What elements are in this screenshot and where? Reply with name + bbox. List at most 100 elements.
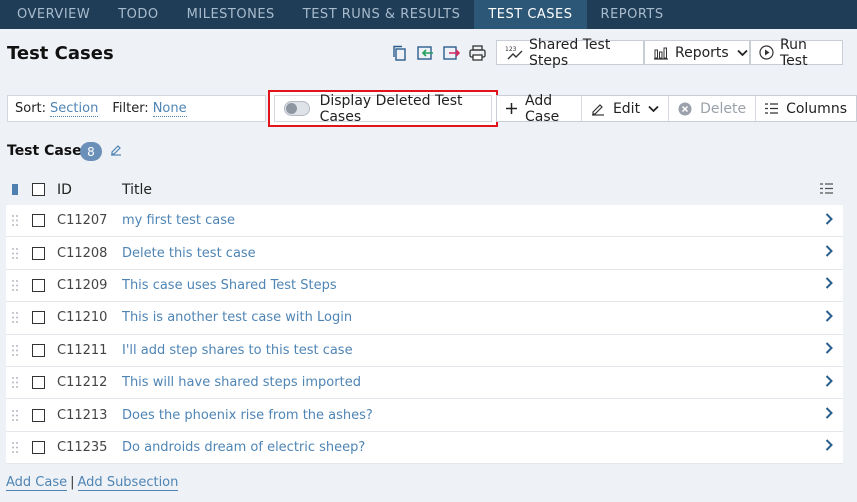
select-all-checkbox[interactable] [32, 183, 45, 196]
svg-text:123: 123 [505, 46, 517, 53]
case-title-link[interactable]: Does the phoenix rise from the ashes? [122, 408, 373, 423]
drag-handle-icon[interactable] [10, 312, 20, 324]
reports-label: Reports [675, 44, 729, 61]
add-case-button[interactable]: Add Case [497, 93, 582, 125]
plus-icon [506, 103, 517, 114]
play-circle-icon [759, 45, 774, 60]
drag-handle-icon[interactable] [10, 215, 20, 227]
display-deleted-label: Display Deleted Test Cases [319, 92, 463, 125]
filter-none-link[interactable]: None [152, 101, 187, 117]
top-nav: OVERVIEW TODO MILESTONES TEST RUNS & RES… [0, 0, 857, 29]
tab-reports[interactable]: REPORTS [587, 0, 678, 29]
row-checkbox[interactable] [32, 278, 45, 292]
drag-handle-icon[interactable] [10, 279, 20, 291]
table-row[interactable]: C11207 my first test case [6, 205, 843, 238]
delete-button[interactable]: Delete [669, 96, 757, 121]
tab-test-cases[interactable]: TEST CASES [474, 0, 587, 29]
tab-todo[interactable]: TODO [104, 0, 172, 29]
section-title: Test Cases [7, 143, 90, 159]
columns-list-icon [765, 103, 779, 114]
link-separator: | [70, 475, 75, 490]
table-row[interactable]: C11212 This will have shared steps impor… [6, 366, 843, 400]
case-count-badge: 8 [80, 142, 102, 161]
column-header-title[interactable]: Title [122, 182, 152, 198]
toggle-switch[interactable] [284, 101, 310, 116]
delete-label: Delete [700, 100, 747, 117]
chevron-right-icon[interactable] [825, 407, 833, 423]
columns-label: Columns [786, 100, 847, 117]
export-icon[interactable] [440, 42, 462, 64]
sort-filter-bar: Sort: Section Filter: None [7, 95, 266, 122]
section-marker-icon [10, 184, 20, 195]
edit-section-icon[interactable] [110, 143, 122, 160]
case-title-link[interactable]: This case uses Shared Test Steps [122, 278, 337, 293]
reports-dropdown-button[interactable]: Reports [644, 40, 750, 65]
table-row[interactable]: C11208 Delete this test case [6, 237, 843, 270]
row-checkbox[interactable] [32, 408, 45, 422]
table-row[interactable]: C11209 This case uses Shared Test Steps [6, 269, 843, 303]
case-title-link[interactable]: Delete this test case [122, 246, 256, 261]
chevron-right-icon[interactable] [825, 245, 833, 261]
display-deleted-highlight: Display Deleted Test Cases [268, 90, 498, 127]
edit-dropdown-button[interactable]: Edit [582, 96, 670, 121]
case-id: C11207 [57, 213, 108, 229]
tab-milestones[interactable]: MILESTONES [173, 0, 289, 29]
table-header: ID Title [6, 174, 843, 205]
chevron-right-icon[interactable] [825, 212, 833, 229]
print-icon[interactable] [466, 42, 488, 64]
pencil-icon [591, 102, 605, 116]
drag-handle-icon[interactable] [10, 344, 20, 356]
case-title-link[interactable]: Do androids dream of electric sheep? [122, 440, 365, 455]
shared-test-steps-button[interactable]: 123 Shared Test Steps [496, 37, 644, 69]
tab-overview[interactable]: OVERVIEW [0, 0, 104, 29]
case-id: C11210 [57, 310, 108, 326]
chevron-right-icon[interactable] [825, 277, 833, 293]
header-icon-group [388, 42, 488, 64]
add-case-link[interactable]: Add Case [6, 475, 68, 491]
shared-steps-icon: 123 [505, 45, 523, 61]
case-title-link[interactable]: I'll add step shares to this test case [122, 343, 353, 358]
chevron-right-icon[interactable] [825, 310, 833, 326]
case-title-link[interactable]: my first test case [122, 213, 235, 228]
row-checkbox[interactable] [32, 246, 45, 260]
column-header-id[interactable]: ID [57, 182, 72, 198]
case-title-link[interactable]: This will have shared steps imported [122, 375, 361, 390]
case-id: C11212 [57, 375, 108, 391]
drag-handle-icon[interactable] [10, 377, 20, 389]
table-row[interactable]: C11235 Do androids dream of electric she… [6, 431, 843, 465]
bar-chart-icon [653, 46, 669, 60]
case-id: C11211 [57, 342, 108, 358]
row-checkbox[interactable] [32, 343, 45, 357]
tab-test-runs-results[interactable]: TEST RUNS & RESULTS [289, 0, 475, 29]
table-row[interactable]: C11213 Does the phoenix rise from the as… [6, 399, 843, 432]
chevron-right-icon[interactable] [825, 374, 833, 391]
chevron-right-icon[interactable] [825, 439, 833, 455]
chevron-right-icon[interactable] [825, 342, 833, 358]
case-title-link[interactable]: This is another test case with Login [122, 310, 352, 325]
shared-test-steps-label: Shared Test Steps [529, 36, 611, 69]
run-test-button[interactable]: Run Test [750, 37, 843, 69]
edit-label: Edit [612, 100, 641, 117]
run-test-label: Run Test [780, 36, 808, 69]
row-checkbox[interactable] [32, 214, 45, 228]
sort-section-link[interactable]: Section [50, 101, 99, 117]
display-deleted-toggle[interactable]: Display Deleted Test Cases [274, 92, 492, 125]
columns-button[interactable]: Columns [756, 96, 856, 121]
row-checkbox[interactable] [32, 311, 45, 325]
table-row[interactable]: C11210 This is another test case with Lo… [6, 302, 843, 335]
column-options-icon[interactable] [820, 182, 833, 198]
import-icon[interactable] [414, 42, 436, 64]
row-checkbox[interactable] [32, 376, 45, 390]
drag-handle-icon[interactable] [10, 247, 20, 259]
add-case-label: Add Case [525, 92, 560, 125]
sort-label: Sort: [15, 101, 47, 116]
chevron-down-icon [737, 49, 748, 57]
add-subsection-link[interactable]: Add Subsection [77, 475, 179, 491]
row-checkbox[interactable] [32, 440, 45, 454]
table-row[interactable]: C11211 I'll add step shares to this test… [6, 334, 843, 367]
drag-handle-icon[interactable] [10, 441, 20, 453]
close-circle-icon [678, 102, 692, 116]
copy-icon[interactable] [388, 42, 410, 64]
case-id: C11209 [57, 277, 108, 293]
drag-handle-icon[interactable] [10, 409, 20, 421]
